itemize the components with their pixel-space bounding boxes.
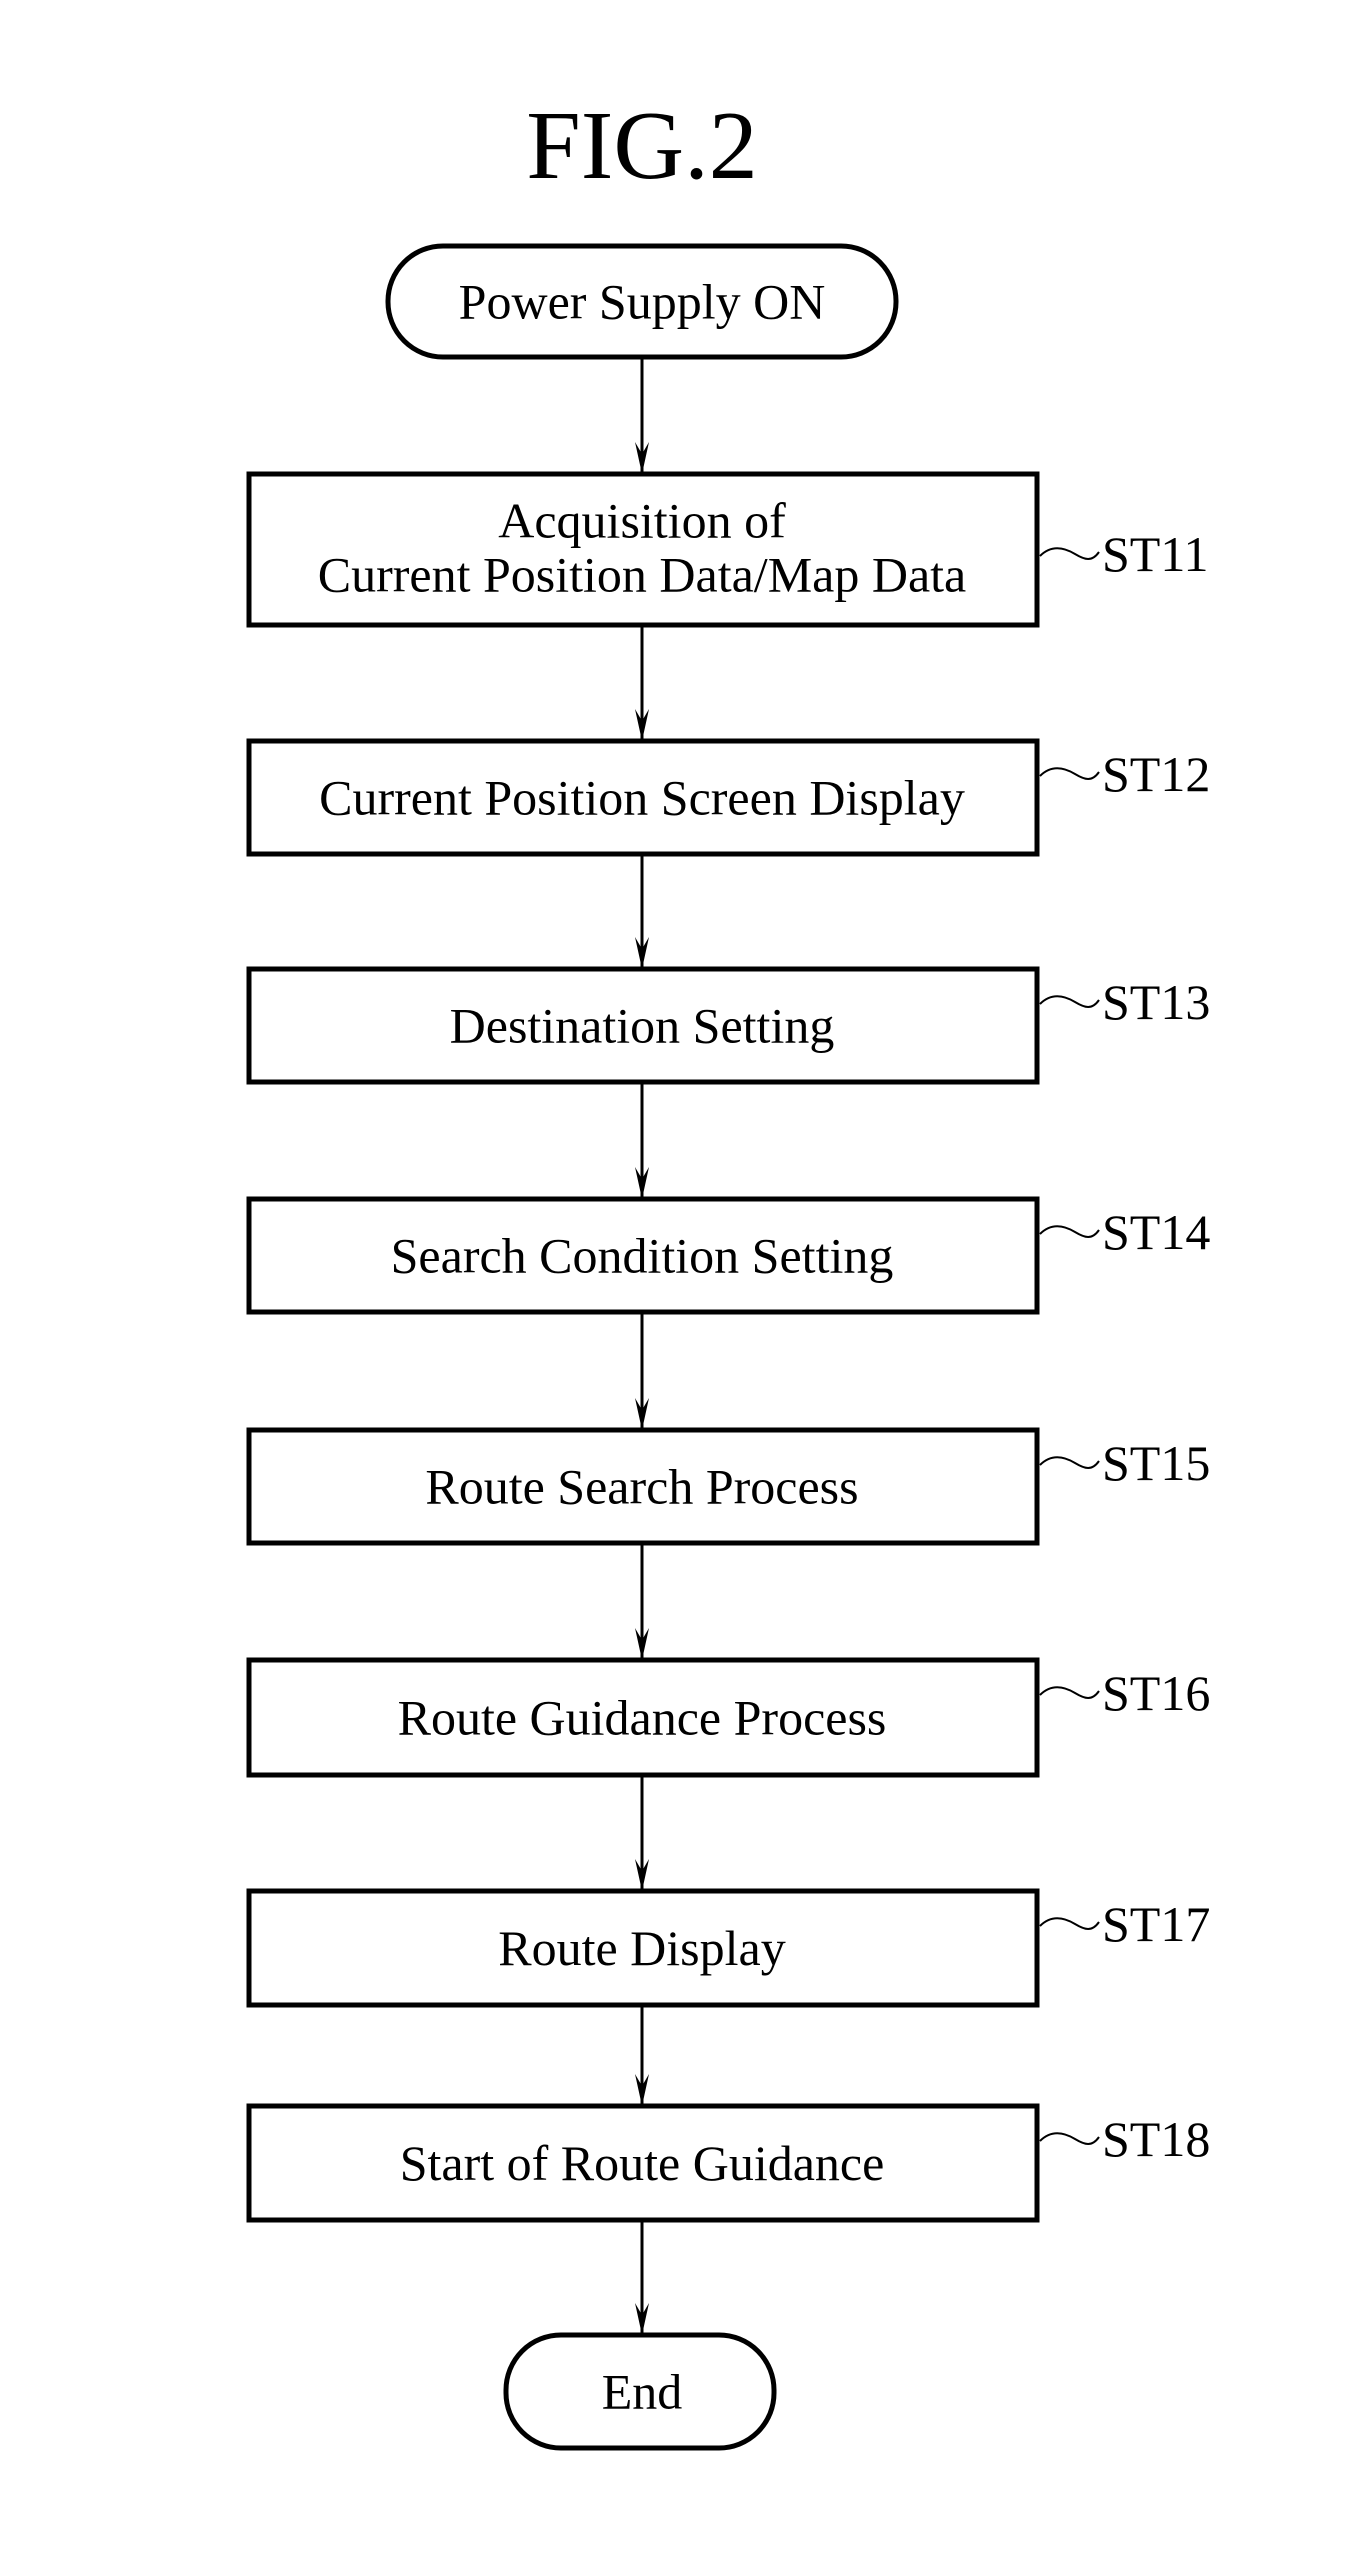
- figure-title: FIG.2: [526, 92, 757, 200]
- step-id-label: ST12: [1102, 746, 1210, 802]
- start-terminal-label: Power Supply ON: [459, 274, 826, 330]
- step-id-label: ST16: [1102, 1665, 1210, 1721]
- step-id-label: ST13: [1102, 974, 1210, 1030]
- step-id-label: ST15: [1102, 1435, 1210, 1491]
- leader-line: [1039, 767, 1100, 780]
- process-box-label: Route Search Process: [425, 1459, 858, 1515]
- process-box-label: Route Guidance Process: [398, 1690, 887, 1746]
- leader-line: [1039, 547, 1100, 560]
- step-id-label: ST17: [1102, 1896, 1210, 1952]
- process-box-label: Current Position Screen Display: [319, 770, 965, 826]
- leader-line: [1039, 1917, 1100, 1930]
- process-box-label: Current Position Data/Map Data: [318, 547, 967, 603]
- process-box-label: Acquisition of: [498, 493, 786, 549]
- end-terminal-label: End: [602, 2364, 683, 2420]
- leader-line: [1039, 1456, 1100, 1469]
- leader-line: [1039, 1686, 1100, 1699]
- process-box-label: Search Condition Setting: [391, 1228, 894, 1284]
- flowchart: FIG.2 Power Supply ONAcquisition ofCurre…: [246, 92, 1210, 2451]
- process-box-label: Route Display: [498, 1920, 785, 1976]
- leader-line: [1039, 1225, 1100, 1238]
- leader-line: [1039, 2132, 1100, 2145]
- step-id-label: ST18: [1102, 2111, 1210, 2167]
- step-id-label: ST11: [1102, 526, 1209, 582]
- step-id-label: ST14: [1102, 1204, 1210, 1260]
- process-box-label: Start of Route Guidance: [400, 2135, 885, 2191]
- leader-line: [1039, 995, 1100, 1008]
- process-box-label: Destination Setting: [450, 998, 835, 1054]
